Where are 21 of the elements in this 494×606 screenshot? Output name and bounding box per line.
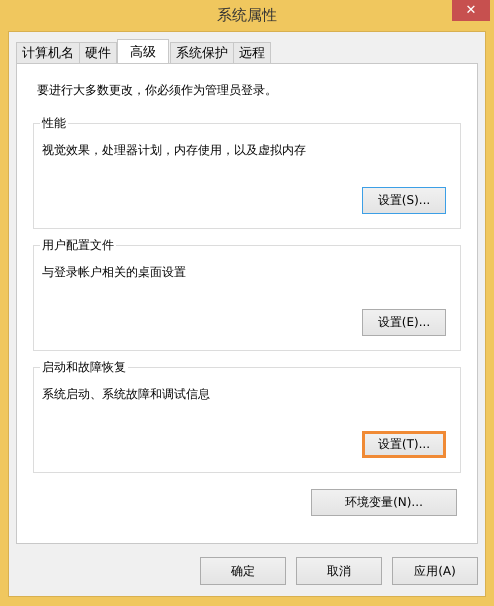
tab[interactable]: 硬件 <box>79 42 117 63</box>
tab[interactable]: 计算机名 <box>16 42 80 63</box>
group-description: 与登录帐户相关的桌面设置 <box>42 264 187 281</box>
group-title: 启动和故障恢复 <box>40 359 128 376</box>
dialog-button[interactable]: 应用(A) <box>392 557 478 585</box>
settings-button[interactable]: 设置(S)... <box>362 187 446 214</box>
tab[interactable]: 远程 <box>233 42 271 63</box>
tab[interactable]: 高级 <box>117 39 169 63</box>
group-description: 视觉效果，处理器计划，内存使用，以及虚拟内存 <box>42 142 307 159</box>
group-title: 性能 <box>40 115 68 132</box>
settings-button[interactable]: 设置(E)... <box>362 309 446 336</box>
close-button[interactable]: ✕ <box>452 0 490 21</box>
dialog-button[interactable]: 确定 <box>200 557 286 585</box>
settings-button[interactable]: 设置(T)... <box>362 431 446 458</box>
group-title: 用户配置文件 <box>40 237 116 254</box>
environment-variables-button[interactable]: 环境变量(N)... <box>311 489 457 516</box>
dialog-button[interactable]: 取消 <box>296 557 382 585</box>
tab[interactable]: 系统保护 <box>170 42 234 63</box>
group-description: 系统启动、系统故障和调试信息 <box>42 386 211 403</box>
window-title: 系统属性 <box>217 6 277 25</box>
notice-text: 要进行大多数更改，你必须作为管理员登录。 <box>37 82 278 99</box>
